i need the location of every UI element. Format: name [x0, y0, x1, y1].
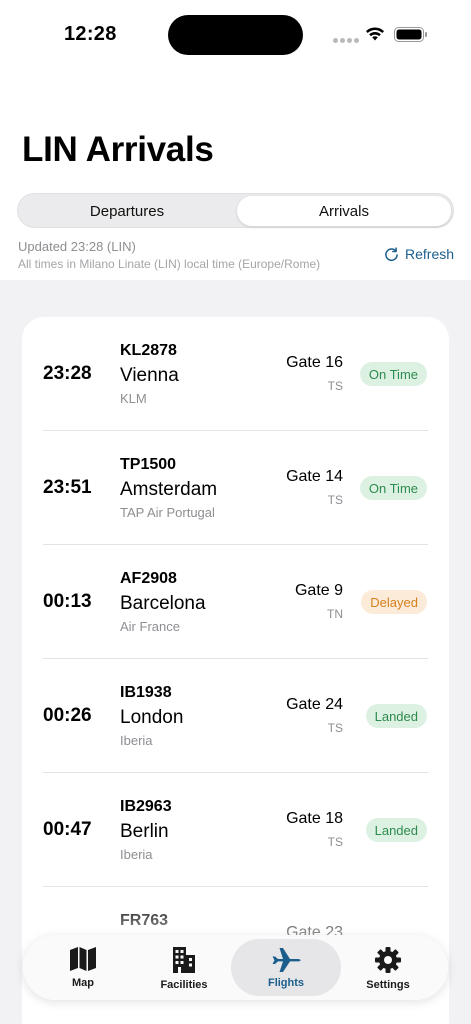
- battery-icon: [394, 27, 427, 42]
- tab-flights[interactable]: Flights: [231, 939, 341, 996]
- arrivals-list: 23:28 KL2878 Vienna KLM Gate 16 TS On Time 23:5…: [22, 317, 449, 1024]
- airline-name: Iberia: [120, 733, 153, 748]
- flight-number: FR763: [120, 912, 169, 929]
- terminal-code: TN: [327, 607, 343, 621]
- wifi-icon: [366, 27, 384, 41]
- flight-number: IB1938: [120, 684, 172, 701]
- status-time: 12:28: [64, 23, 117, 45]
- gate-number: Gate 9: [294, 582, 343, 599]
- gate-number: Gate 14: [286, 468, 343, 485]
- status-badge: Delayed: [361, 590, 427, 614]
- gate-number: Gate 24: [286, 696, 343, 713]
- airplane-icon: [272, 948, 301, 972]
- gate-number: Gate 16: [286, 354, 343, 371]
- gate-info: Gate 18 TS: [286, 810, 343, 849]
- arrival-time: 23:51: [43, 477, 92, 498]
- tab-facilities-label: Facilities: [160, 979, 208, 991]
- departures-arrivals-segmented-control: Departures Arrivals: [17, 193, 454, 228]
- status-bar: 12:28: [0, 0, 471, 70]
- terminal-code: TS: [327, 721, 343, 735]
- page-title: LIN Arrivals: [22, 130, 214, 169]
- tab-settings-label: Settings: [366, 979, 410, 991]
- status-badge: On Time: [359, 476, 427, 500]
- gate-info: Gate 24 TS: [286, 696, 343, 735]
- building-icon: [173, 947, 195, 973]
- updated-time: Updated 23:28 (LIN): [18, 239, 136, 254]
- dynamic-island: [168, 15, 303, 55]
- gate-number: Gate 18: [286, 810, 343, 827]
- status-badge: On Time: [359, 362, 427, 386]
- tab-facilities[interactable]: Facilities: [129, 939, 239, 996]
- origin-city: Vienna: [120, 365, 179, 386]
- refresh-button[interactable]: Refresh: [384, 246, 454, 262]
- terminal-code: TS: [327, 493, 343, 507]
- flight-row[interactable]: 23:51 TP1500 Amsterdam TAP Air Portugal Gate…: [22, 431, 449, 545]
- airline-name: TAP Air Portugal: [120, 505, 215, 520]
- flight-row[interactable]: 00:26 IB1938 London Iberia Gate 24 TS Landed: [22, 659, 449, 773]
- flight-number: AF2908: [120, 570, 177, 587]
- gear-icon: [375, 947, 401, 973]
- timezone-note: All times in Milano Linate (LIN) local t…: [18, 257, 321, 271]
- tab-map-label: Map: [72, 977, 94, 989]
- airline-name: KLM: [120, 391, 147, 406]
- tab-settings[interactable]: Settings: [333, 939, 443, 996]
- terminal-code: TS: [327, 835, 343, 849]
- status-badge: Landed: [365, 704, 427, 728]
- segment-arrivals[interactable]: Arrivals: [237, 196, 451, 226]
- origin-city: Barcelona: [120, 593, 206, 614]
- arrival-time: 23:28: [43, 363, 92, 384]
- flight-number: IB2963: [120, 798, 172, 815]
- tab-flights-label: Flights: [267, 977, 305, 989]
- arrival-time: 00:26: [43, 705, 92, 726]
- origin-city: Berlin: [120, 821, 169, 842]
- refresh-label: Refresh: [405, 246, 455, 262]
- flight-number: KL2878: [120, 342, 177, 359]
- gate-info: Gate 16 TS: [286, 354, 343, 393]
- arrival-time: 00:13: [43, 591, 92, 612]
- gate-info: Gate 14 TS: [286, 468, 343, 507]
- flight-number: TP1500: [120, 456, 177, 473]
- flight-row[interactable]: 00:47 IB2963 Berlin Iberia Gate 18 TS Landed: [22, 773, 449, 887]
- terminal-code: TS: [327, 379, 343, 393]
- airline-name: Iberia: [120, 847, 153, 862]
- origin-city: Amsterdam: [120, 479, 218, 500]
- map-icon: [70, 947, 96, 971]
- refresh-icon: [385, 246, 398, 261]
- cellular-signal-icon: [333, 38, 359, 43]
- status-badge: Landed: [365, 818, 427, 842]
- header-area: 12:28 LIN Arrivals Departures Arrivals U…: [0, 0, 471, 280]
- gate-info: Gate 9 TN: [295, 582, 343, 621]
- tab-bar: Map Facilities Flights Settings: [23, 935, 448, 1000]
- tab-map[interactable]: Map: [28, 939, 138, 996]
- origin-city: London: [120, 707, 184, 728]
- flight-row[interactable]: 00:13 AF2908 Barcelona Air France Gate 9 TN De…: [22, 545, 449, 659]
- flight-row[interactable]: 23:28 KL2878 Vienna KLM Gate 16 TS On Time: [22, 317, 449, 431]
- airline-name: Air France: [120, 619, 180, 634]
- segment-departures[interactable]: Departures: [20, 196, 234, 226]
- arrival-time: 00:47: [43, 819, 92, 840]
